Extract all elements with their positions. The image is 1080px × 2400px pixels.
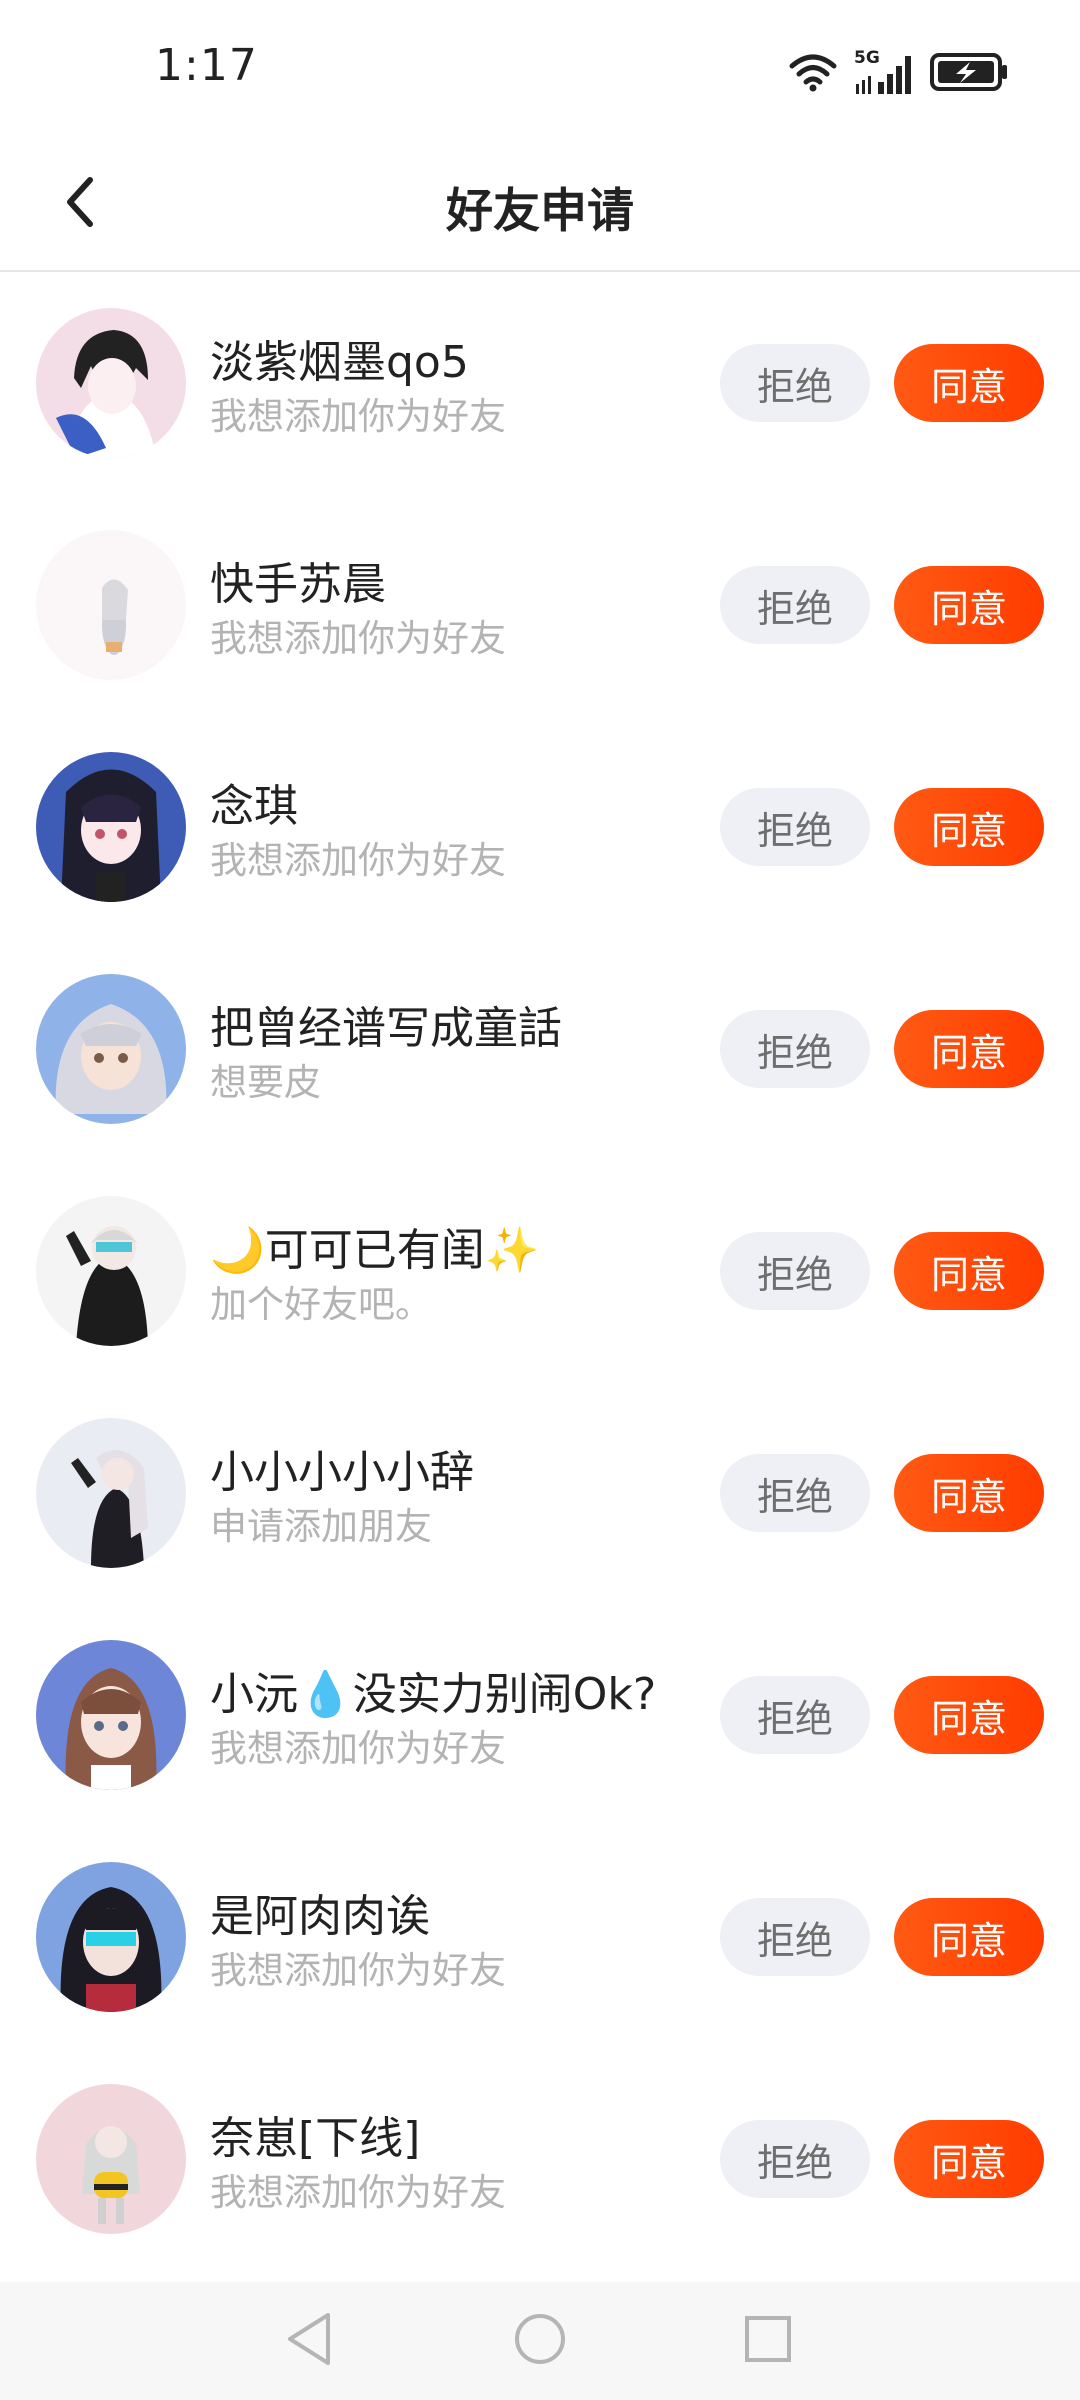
request-message: 我想添加你为好友 <box>210 617 506 660</box>
reject-button[interactable]: 拒绝 <box>720 344 870 422</box>
friend-request-row: 🌙可可已有闺✨ 加个好友吧。 拒绝 同意 <box>0 1160 1080 1382</box>
friend-request-row: 快手苏晨 我想添加你为好友 拒绝 同意 <box>0 494 1080 716</box>
avatar[interactable] <box>36 530 186 680</box>
avatar[interactable] <box>36 1196 186 1346</box>
reject-button[interactable]: 拒绝 <box>720 2120 870 2198</box>
reject-button[interactable]: 拒绝 <box>720 1010 870 1088</box>
request-message: 我想添加你为好友 <box>210 1727 506 1770</box>
request-message: 我想添加你为好友 <box>210 2171 506 2214</box>
requester-name: 🌙可可已有闺✨ <box>210 1225 540 1276</box>
requester-name: 把曾经谱写成童話 <box>210 1003 562 1054</box>
accept-button[interactable]: 同意 <box>894 1898 1044 1976</box>
avatar[interactable] <box>36 752 186 902</box>
accept-button[interactable]: 同意 <box>894 1010 1044 1088</box>
reject-button[interactable]: 拒绝 <box>720 1454 870 1532</box>
avatar[interactable] <box>36 2084 186 2234</box>
accept-button[interactable]: 同意 <box>894 1232 1044 1310</box>
system-nav-bar <box>0 2282 1080 2400</box>
requester-name: 快手苏晨 <box>210 559 386 610</box>
page-title: 好友申请 <box>446 184 634 239</box>
request-message: 加个好友吧。 <box>210 1283 432 1326</box>
request-message: 我想添加你为好友 <box>210 1949 506 1992</box>
requester-name: 淡紫烟墨qo5 <box>210 337 469 388</box>
friend-request-row: 淡紫烟墨qo5 我想添加你为好友 拒绝 同意 <box>0 272 1080 494</box>
avatar[interactable] <box>36 308 186 458</box>
avatar[interactable] <box>36 974 186 1124</box>
requester-name: 小沅💧没实力别闹Ok? <box>210 1669 657 1720</box>
requester-name: 是阿肉肉诶 <box>210 1891 430 1942</box>
nav-home-button[interactable] <box>505 2306 575 2376</box>
friend-request-row: 小沅💧没实力别闹Ok? 我想添加你为好友 拒绝 同意 <box>0 1604 1080 1826</box>
friend-request-row: 是阿肉肉诶 我想添加你为好友 拒绝 同意 <box>0 1826 1080 2048</box>
request-message: 申请添加朋友 <box>210 1505 432 1548</box>
reject-button[interactable]: 拒绝 <box>720 1676 870 1754</box>
battery-charging-icon <box>930 52 1010 96</box>
friend-request-row: 奈崽[下线] 我想添加你为好友 拒绝 同意 <box>0 2048 1080 2270</box>
header: 好友申请 <box>0 140 1080 272</box>
accept-button[interactable]: 同意 <box>894 566 1044 644</box>
accept-button[interactable]: 同意 <box>894 788 1044 866</box>
accept-button[interactable]: 同意 <box>894 344 1044 422</box>
wifi-icon <box>788 52 838 96</box>
recents-square-icon <box>743 2314 793 2368</box>
avatar[interactable] <box>36 1640 186 1790</box>
reject-button[interactable]: 拒绝 <box>720 788 870 866</box>
friend-request-row: 小小小小小辞 申请添加朋友 拒绝 同意 <box>0 1382 1080 1604</box>
nav-recents-button[interactable] <box>733 2306 803 2376</box>
request-message: 我想添加你为好友 <box>210 395 506 438</box>
avatar[interactable] <box>36 1418 186 1568</box>
reject-button[interactable]: 拒绝 <box>720 1232 870 1310</box>
requester-name: 念琪 <box>210 781 298 832</box>
request-message: 想要皮 <box>210 1061 321 1104</box>
status-bar: 1:17 5G <box>0 0 1080 140</box>
accept-button[interactable]: 同意 <box>894 1676 1044 1754</box>
requester-name: 奈崽[下线] <box>210 2113 421 2164</box>
avatar[interactable] <box>36 1862 186 2012</box>
back-triangle-icon <box>284 2311 334 2371</box>
accept-button[interactable]: 同意 <box>894 2120 1044 2198</box>
nav-back-button[interactable] <box>274 2306 344 2376</box>
reject-button[interactable]: 拒绝 <box>720 1898 870 1976</box>
status-icons: 5G <box>788 48 1010 100</box>
friend-request-list: 淡紫烟墨qo5 我想添加你为好友 拒绝 同意 快手苏晨 我想添加你为好友 拒绝 … <box>0 272 1080 2270</box>
friend-request-row: 把曾经谱写成童話 想要皮 拒绝 同意 <box>0 938 1080 1160</box>
status-time: 1:17 <box>155 40 258 91</box>
request-message: 我想添加你为好友 <box>210 839 506 882</box>
reject-button[interactable]: 拒绝 <box>720 566 870 644</box>
signal-5g-icon: 5G <box>854 48 914 96</box>
accept-button[interactable]: 同意 <box>894 1454 1044 1532</box>
friend-request-row: 念琪 我想添加你为好友 拒绝 同意 <box>0 716 1080 938</box>
home-circle-icon <box>512 2311 568 2371</box>
requester-name: 小小小小小辞 <box>210 1447 474 1498</box>
